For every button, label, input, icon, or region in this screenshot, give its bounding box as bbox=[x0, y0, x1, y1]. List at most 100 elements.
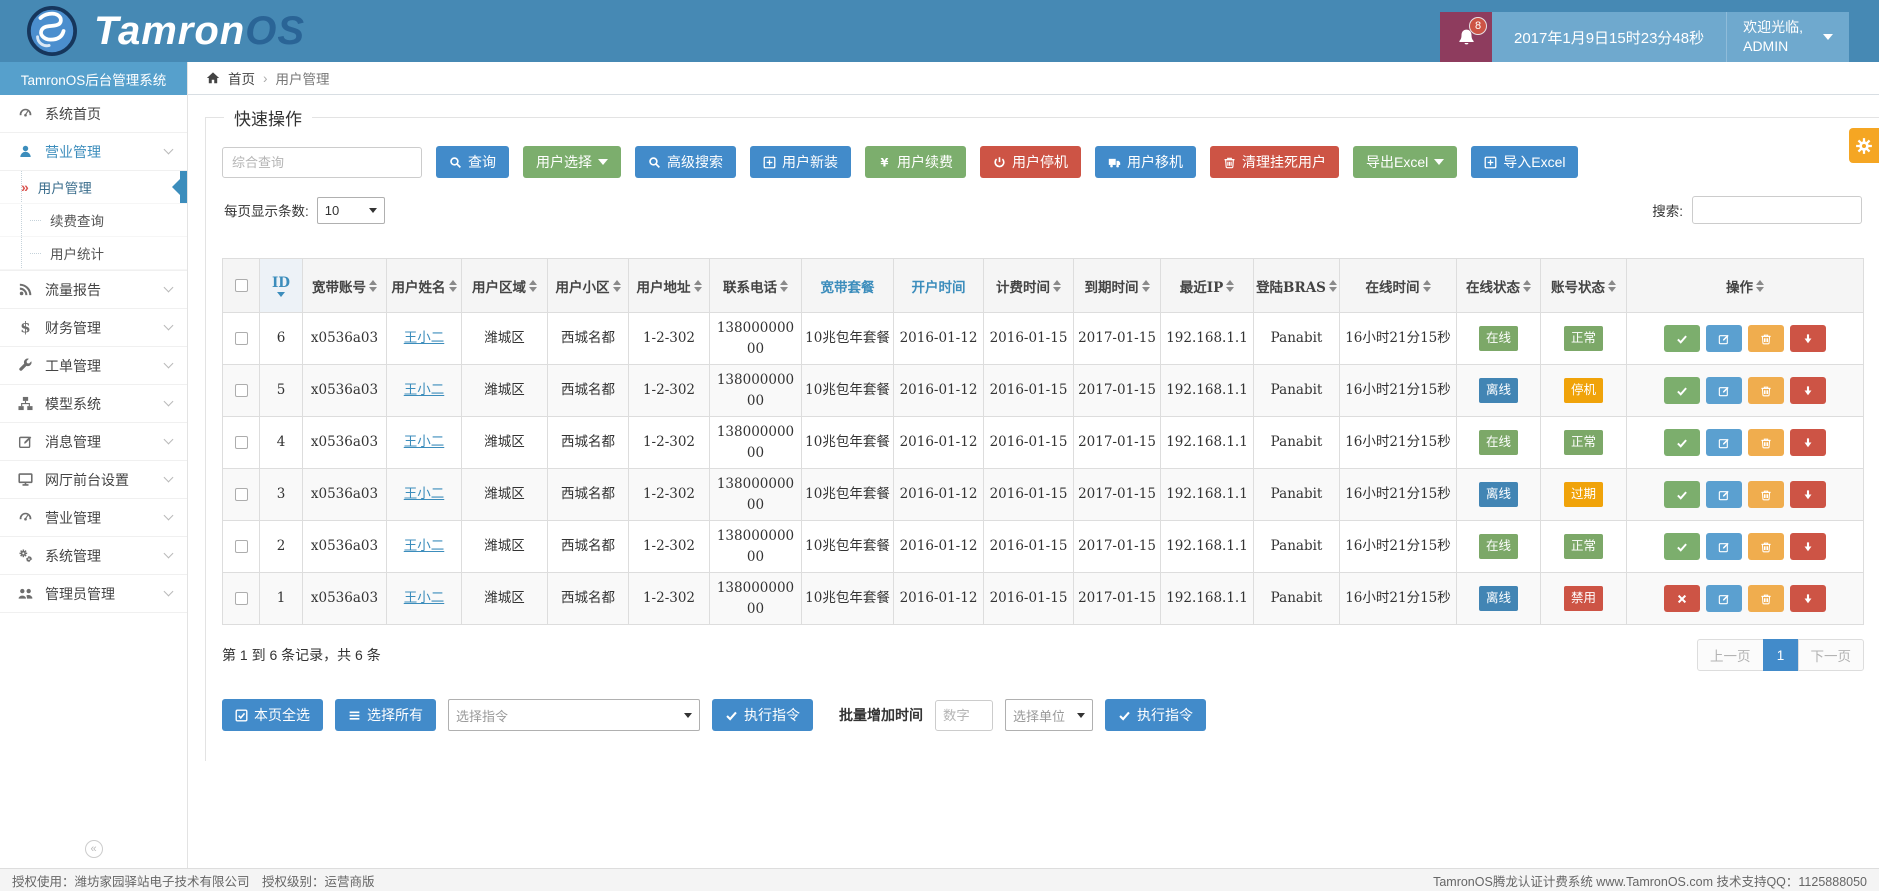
table-search-input[interactable] bbox=[1692, 196, 1862, 224]
delete-button[interactable] bbox=[1748, 429, 1784, 456]
edit-button[interactable] bbox=[1706, 377, 1742, 404]
quick-button-9[interactable]: 导入Excel bbox=[1471, 146, 1578, 178]
enable-button[interactable] bbox=[1664, 429, 1700, 456]
execute-batch-button[interactable]: 执行指令 bbox=[1105, 699, 1206, 731]
column-header-3[interactable]: 用户区域 bbox=[462, 259, 548, 313]
column-header-2[interactable]: 用户姓名 bbox=[387, 259, 462, 313]
quick-button-6[interactable]: 用户移机 bbox=[1095, 146, 1196, 178]
execute-command-button[interactable]: 执行指令 bbox=[712, 699, 813, 731]
select-page-button[interactable]: 本页全选 bbox=[222, 699, 323, 731]
delete-button[interactable] bbox=[1748, 533, 1784, 560]
sidebar-item-0[interactable]: 系统首页 bbox=[0, 95, 187, 133]
column-header-7[interactable]: 宽带套餐 bbox=[802, 259, 894, 313]
edit-button[interactable] bbox=[1706, 325, 1742, 352]
download-button[interactable] bbox=[1790, 481, 1826, 508]
column-header-15[interactable]: 账号状态 bbox=[1541, 259, 1627, 313]
notifications-button[interactable]: 8 bbox=[1440, 12, 1492, 62]
batch-number-input[interactable] bbox=[935, 700, 993, 731]
pagination-prev[interactable]: 上一页 bbox=[1697, 639, 1764, 671]
delete-button[interactable] bbox=[1748, 377, 1784, 404]
column-header-16[interactable]: 操作 bbox=[1627, 259, 1864, 313]
download-button[interactable] bbox=[1790, 429, 1826, 456]
column-header-5[interactable]: 用户地址 bbox=[629, 259, 710, 313]
download-button[interactable] bbox=[1790, 325, 1826, 352]
edit-button[interactable] bbox=[1706, 429, 1742, 456]
pagination-page-1[interactable]: 1 bbox=[1763, 639, 1799, 671]
sidebar-item-2[interactable]: 流量报告 bbox=[0, 271, 187, 309]
quick-button-1[interactable]: 用户选择 bbox=[523, 146, 621, 178]
user-name-link[interactable]: 王小二 bbox=[404, 538, 445, 554]
row-checkbox[interactable] bbox=[235, 436, 248, 449]
delete-button[interactable] bbox=[1748, 325, 1784, 352]
quick-button-0[interactable]: 查询 bbox=[436, 146, 509, 178]
quick-button-4[interactable]: ¥用户续费 bbox=[865, 146, 966, 178]
disable-button[interactable] bbox=[1664, 585, 1700, 612]
sidebar-collapse-button[interactable]: « bbox=[85, 840, 103, 858]
tree-dots bbox=[30, 253, 41, 254]
user-name-link[interactable]: 王小二 bbox=[404, 330, 445, 346]
quick-button-3[interactable]: 用户新装 bbox=[750, 146, 851, 178]
user-menu[interactable]: 欢迎光临, ADMIN bbox=[1726, 12, 1849, 62]
column-header-12[interactable]: 登陆BRAS bbox=[1254, 259, 1340, 313]
select-all-checkbox[interactable] bbox=[235, 279, 248, 292]
breadcrumb-home[interactable]: 首页 bbox=[228, 68, 255, 88]
column-header-9[interactable]: 计费时间 bbox=[984, 259, 1074, 313]
edit-button[interactable] bbox=[1706, 585, 1742, 612]
sidebar-subitem-1-1[interactable]: 续费查询 bbox=[0, 204, 187, 237]
sidebar-subitem-1-0[interactable]: »用户管理 bbox=[0, 171, 187, 204]
sidebar-item-1[interactable]: 营业管理 bbox=[0, 133, 187, 171]
sidebar-item-3[interactable]: $财务管理 bbox=[0, 309, 187, 347]
edit-button[interactable] bbox=[1706, 481, 1742, 508]
delete-button[interactable] bbox=[1748, 585, 1784, 612]
sidebar-item-4[interactable]: 工单管理 bbox=[0, 347, 187, 385]
combined-search-input[interactable] bbox=[222, 147, 422, 178]
user-name-link[interactable]: 王小二 bbox=[404, 434, 445, 450]
quick-button-5[interactable]: 用户停机 bbox=[980, 146, 1081, 178]
column-header-0[interactable]: ID bbox=[260, 259, 303, 313]
column-header-4[interactable]: 用户小区 bbox=[548, 259, 629, 313]
user-name-link[interactable]: 王小二 bbox=[404, 590, 445, 606]
column-header-6[interactable]: 联系电话 bbox=[710, 259, 802, 313]
sidebar-item-8[interactable]: 营业管理 bbox=[0, 499, 187, 537]
delete-button[interactable] bbox=[1748, 481, 1784, 508]
sidebar-item-7[interactable]: 网厅前台设置 bbox=[0, 461, 187, 499]
unit-select[interactable]: 选择单位 bbox=[1005, 699, 1093, 731]
per-page-select[interactable]: 10 bbox=[317, 197, 385, 224]
enable-button[interactable] bbox=[1664, 325, 1700, 352]
row-checkbox[interactable] bbox=[235, 488, 248, 501]
enable-button[interactable] bbox=[1664, 533, 1700, 560]
column-header-11[interactable]: 最近IP bbox=[1161, 259, 1254, 313]
row-checkbox[interactable] bbox=[235, 384, 248, 397]
download-button[interactable] bbox=[1790, 585, 1826, 612]
cell-community: 西城名都 bbox=[548, 313, 629, 365]
pagination-next[interactable]: 下一页 bbox=[1798, 639, 1865, 671]
download-button[interactable] bbox=[1790, 377, 1826, 404]
enable-button[interactable] bbox=[1664, 377, 1700, 404]
settings-gear-button[interactable] bbox=[1849, 128, 1879, 163]
sidebar-item-6[interactable]: 消息管理 bbox=[0, 423, 187, 461]
sidebar-item-10[interactable]: 管理员管理 bbox=[0, 575, 187, 613]
user-name-link[interactable]: 王小二 bbox=[404, 486, 445, 502]
quick-button-7[interactable]: 清理挂死用户 bbox=[1210, 146, 1339, 178]
column-header-1[interactable]: 宽带账号 bbox=[303, 259, 387, 313]
column-header-13[interactable]: 在线时间 bbox=[1340, 259, 1457, 313]
column-header-10[interactable]: 到期时间 bbox=[1074, 259, 1161, 313]
enable-button[interactable] bbox=[1664, 481, 1700, 508]
edit-button[interactable] bbox=[1706, 533, 1742, 560]
row-checkbox[interactable] bbox=[235, 592, 248, 605]
quick-button-2[interactable]: 高级搜索 bbox=[635, 146, 736, 178]
download-button[interactable] bbox=[1790, 533, 1826, 560]
column-header-8[interactable]: 开户时间 bbox=[894, 259, 984, 313]
select-all-button[interactable]: 选择所有 bbox=[335, 699, 436, 731]
table-row: 3x0536a03王小二潍城区西城名都1-2-3021380000000010兆… bbox=[223, 469, 1864, 521]
command-select[interactable]: 选择指令 bbox=[448, 699, 700, 731]
row-checkbox[interactable] bbox=[235, 332, 248, 345]
sidebar-item-9[interactable]: 系统管理 bbox=[0, 537, 187, 575]
sidebar-subitem-1-2[interactable]: 用户统计 bbox=[0, 237, 187, 270]
quick-button-8[interactable]: 导出Excel bbox=[1353, 146, 1457, 178]
user-name-link[interactable]: 王小二 bbox=[404, 382, 445, 398]
column-header-14[interactable]: 在线状态 bbox=[1457, 259, 1541, 313]
row-checkbox[interactable] bbox=[235, 540, 248, 553]
sidebar-item-5[interactable]: 模型系统 bbox=[0, 385, 187, 423]
cell-bras: Panabit bbox=[1254, 365, 1340, 417]
